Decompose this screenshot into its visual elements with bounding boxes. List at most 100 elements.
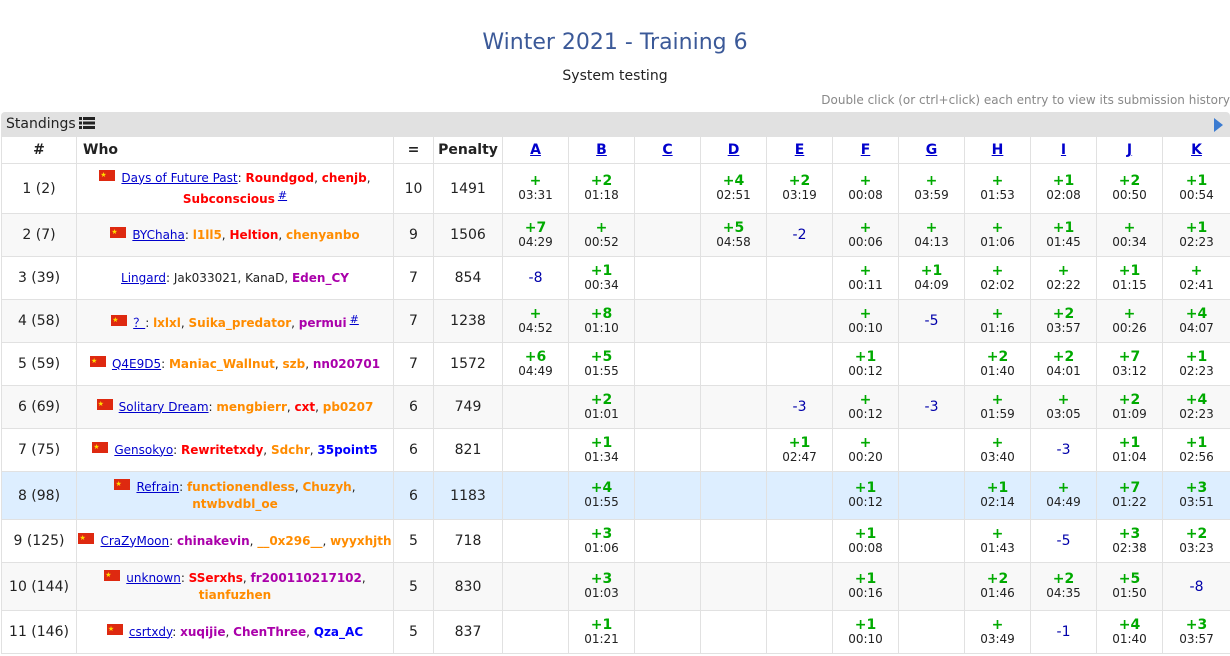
- member-link[interactable]: pb0207: [323, 400, 374, 414]
- problem-cell-f[interactable]: +00:11: [832, 256, 899, 300]
- problem-cell-a[interactable]: +7 04:29: [502, 213, 569, 257]
- problem-cell-j[interactable]: +1 01:15: [1096, 256, 1163, 300]
- problem-cell-i[interactable]: +02:22: [1030, 256, 1097, 300]
- problem-cell-j[interactable]: +5 01:50: [1096, 562, 1163, 611]
- problem-cell-e[interactable]: [766, 471, 833, 520]
- member-link[interactable]: wyyxhjth: [330, 534, 391, 548]
- problem-cell-g[interactable]: +04:13: [898, 213, 965, 257]
- unofficial-hash-link[interactable]: #: [278, 189, 287, 202]
- team-link[interactable]: Refrain: [136, 480, 179, 494]
- problem-cell-h[interactable]: +03:40: [964, 428, 1031, 472]
- problem-cell-k[interactable]: +4 02:23: [1162, 385, 1230, 429]
- problem-cell-i[interactable]: +04:49: [1030, 471, 1097, 520]
- problem-link-g[interactable]: G: [926, 142, 938, 158]
- member-link[interactable]: Suika_predator: [189, 316, 292, 330]
- member-link[interactable]: KanaD: [245, 271, 284, 285]
- problem-cell-c[interactable]: [634, 519, 701, 563]
- problem-cell-d[interactable]: [700, 428, 767, 472]
- problem-cell-d[interactable]: [700, 385, 767, 429]
- problem-cell-c[interactable]: [634, 562, 701, 611]
- problem-cell-b[interactable]: +1 01:21: [568, 610, 635, 654]
- problem-cell-k[interactable]: +02:41: [1162, 256, 1230, 300]
- member-link[interactable]: permui: [299, 316, 347, 330]
- problem-link-e[interactable]: E: [795, 142, 805, 158]
- problem-cell-i[interactable]: -5: [1030, 519, 1097, 563]
- problem-cell-d[interactable]: [700, 519, 767, 563]
- problem-cell-c[interactable]: [634, 471, 701, 520]
- member-link[interactable]: Rewritetxdy: [181, 443, 263, 457]
- problem-link-j[interactable]: J: [1127, 142, 1132, 158]
- member-link[interactable]: cxt: [295, 400, 316, 414]
- table-row[interactable]: 9 (125)CraZyMoon: chinakevin, __0x296__,…: [1, 519, 1230, 563]
- team-link[interactable]: CraZyMoon: [100, 534, 169, 548]
- problem-cell-h[interactable]: +2 01:46: [964, 562, 1031, 611]
- problem-cell-e[interactable]: -2: [766, 213, 833, 257]
- member-link[interactable]: Maniac_Wallnut: [169, 357, 275, 371]
- member-link[interactable]: ChenThree: [233, 625, 306, 639]
- team-link[interactable]: Q4E9D5: [112, 357, 161, 371]
- problem-cell-b[interactable]: +3 01:06: [568, 519, 635, 563]
- team-link[interactable]: Solitary Dream: [119, 400, 209, 414]
- table-row[interactable]: 10 (144)unknown: SSerxhs, fr200110217102…: [1, 562, 1230, 611]
- problem-cell-c[interactable]: [634, 342, 701, 386]
- problem-cell-d[interactable]: [700, 562, 767, 611]
- table-row[interactable]: 5 (59)Q4E9D5: Maniac_Wallnut, szb, nn020…: [1, 342, 1230, 386]
- problem-cell-e[interactable]: [766, 519, 833, 563]
- problem-cell-b[interactable]: +1 01:34: [568, 428, 635, 472]
- member-link[interactable]: SSerxhs: [189, 571, 243, 585]
- problem-cell-j[interactable]: +00:26: [1096, 299, 1163, 343]
- problem-cell-i[interactable]: -3: [1030, 428, 1097, 472]
- problem-cell-k[interactable]: -8: [1162, 562, 1230, 611]
- problem-cell-g[interactable]: [898, 562, 965, 611]
- table-row[interactable]: 7 (75)Gensokyo: Rewritetxdy, Sdchr, 35po…: [1, 428, 1230, 472]
- problem-cell-d[interactable]: [700, 610, 767, 654]
- team-link[interactable]: BYChaha: [132, 228, 185, 242]
- problem-cell-c[interactable]: [634, 256, 701, 300]
- problem-cell-c[interactable]: [634, 299, 701, 343]
- member-link[interactable]: chinakevin: [177, 534, 250, 548]
- problem-cell-a[interactable]: [502, 610, 569, 654]
- member-link[interactable]: nn020701: [313, 357, 380, 371]
- problem-cell-a[interactable]: [502, 385, 569, 429]
- problem-cell-j[interactable]: +2 01:09: [1096, 385, 1163, 429]
- team-link[interactable]: unknown: [126, 571, 181, 585]
- problem-cell-b[interactable]: +2 01:18: [568, 163, 635, 214]
- problem-cell-j[interactable]: +1 01:04: [1096, 428, 1163, 472]
- member-link[interactable]: __0x296__: [257, 534, 322, 548]
- problem-cell-k[interactable]: +1 00:54: [1162, 163, 1230, 214]
- problem-cell-k[interactable]: +3 03:57: [1162, 610, 1230, 654]
- problem-cell-b[interactable]: +3 01:03: [568, 562, 635, 611]
- problem-cell-k[interactable]: +1 02:56: [1162, 428, 1230, 472]
- problem-link-h[interactable]: H: [992, 142, 1004, 158]
- team-link[interactable]: Days of Future Past: [121, 171, 237, 185]
- member-link[interactable]: Qza_AC: [314, 625, 363, 639]
- member-link[interactable]: fr200110217102: [251, 571, 362, 585]
- problem-cell-i[interactable]: +1 02:08: [1030, 163, 1097, 214]
- problem-cell-e[interactable]: [766, 299, 833, 343]
- problem-link-c[interactable]: C: [662, 142, 672, 158]
- team-link[interactable]: Lingard: [121, 271, 166, 285]
- problem-cell-k[interactable]: +1 02:23: [1162, 342, 1230, 386]
- member-link[interactable]: mengbierr: [216, 400, 286, 414]
- problem-cell-d[interactable]: [700, 256, 767, 300]
- problem-cell-k[interactable]: +3 03:51: [1162, 471, 1230, 520]
- problem-cell-c[interactable]: [634, 385, 701, 429]
- problem-cell-k[interactable]: +2 03:23: [1162, 519, 1230, 563]
- problem-cell-f[interactable]: +1 00:10: [832, 610, 899, 654]
- problem-cell-a[interactable]: +6 04:49: [502, 342, 569, 386]
- problem-cell-b[interactable]: +5 01:55: [568, 342, 635, 386]
- problem-link-f[interactable]: F: [861, 142, 871, 158]
- problem-cell-b[interactable]: +4 01:55: [568, 471, 635, 520]
- problem-cell-e[interactable]: [766, 342, 833, 386]
- problem-link-d[interactable]: D: [728, 142, 740, 158]
- member-link[interactable]: Heltion: [229, 228, 278, 242]
- problem-link-i[interactable]: I: [1061, 142, 1066, 158]
- table-row[interactable]: 2 (7)BYChaha: l1ll5, Heltion, chenyanbo9…: [1, 213, 1230, 257]
- problem-cell-f[interactable]: +00:08: [832, 163, 899, 214]
- problem-cell-k[interactable]: +4 04:07: [1162, 299, 1230, 343]
- problem-cell-f[interactable]: +1 00:12: [832, 471, 899, 520]
- member-link[interactable]: 35point5: [317, 443, 377, 457]
- problem-cell-e[interactable]: [766, 256, 833, 300]
- problem-cell-g[interactable]: -3: [898, 385, 965, 429]
- problem-cell-k[interactable]: +1 02:23: [1162, 213, 1230, 257]
